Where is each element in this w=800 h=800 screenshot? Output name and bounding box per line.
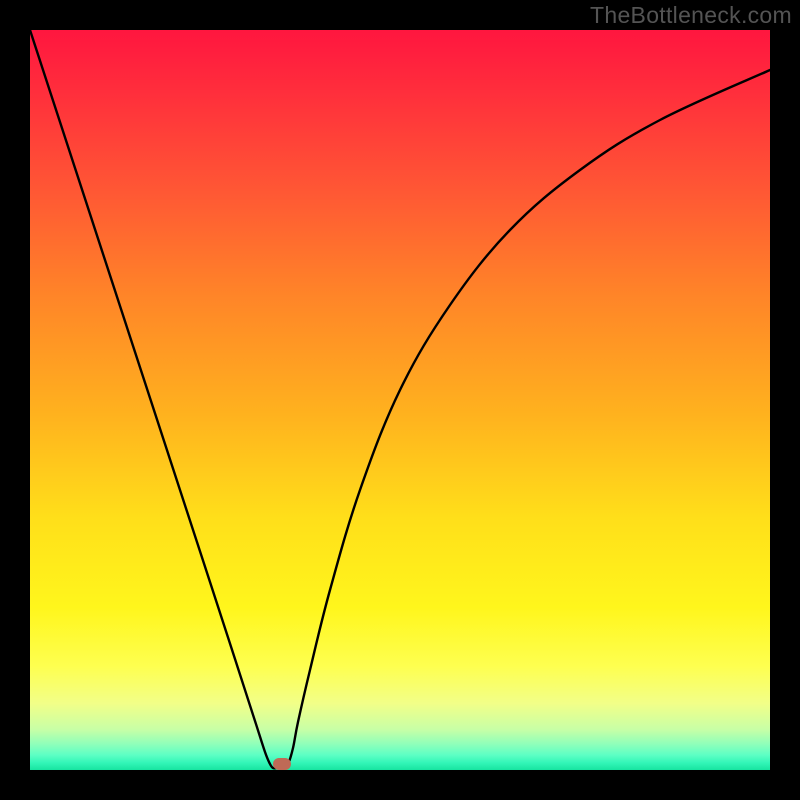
minimum-marker <box>273 758 291 770</box>
plot-area <box>30 30 770 770</box>
bottleneck-curve <box>30 30 770 768</box>
curve-svg <box>30 30 770 770</box>
watermark-text: TheBottleneck.com <box>590 2 792 29</box>
chart-frame: TheBottleneck.com <box>0 0 800 800</box>
